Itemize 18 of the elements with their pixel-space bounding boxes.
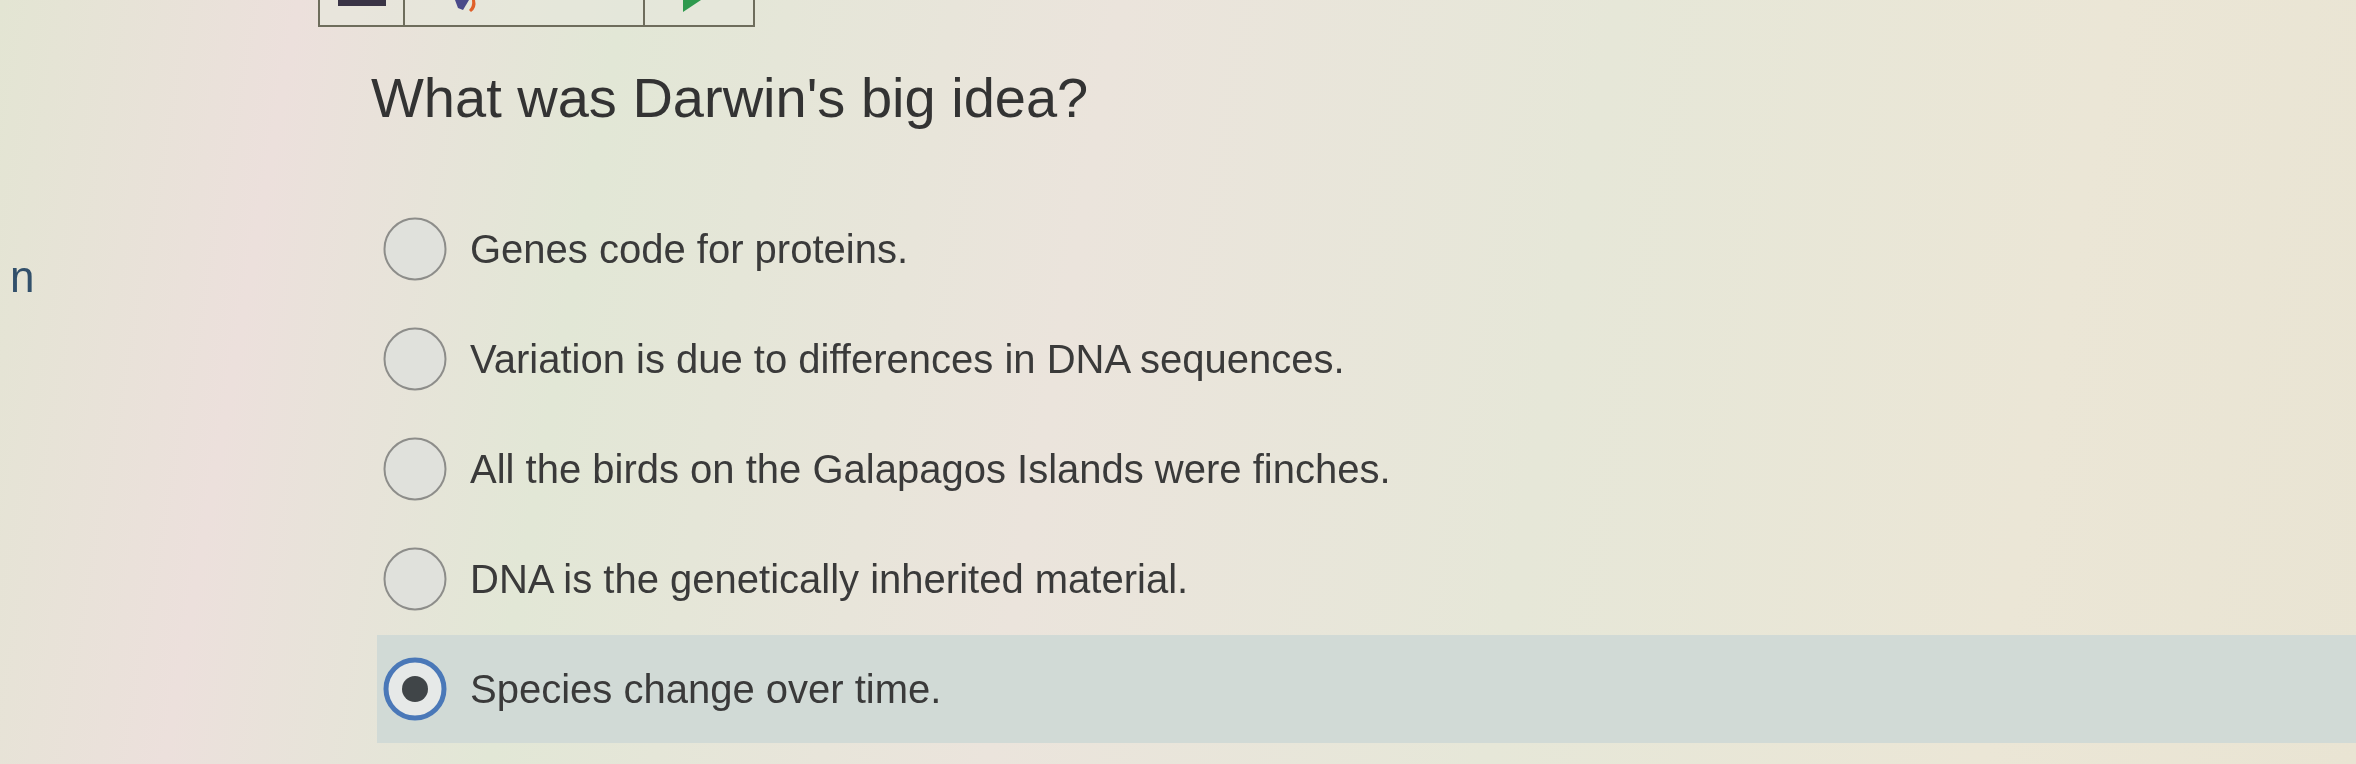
toolbar-button[interactable] xyxy=(318,0,405,27)
play-icon xyxy=(683,0,701,12)
cut-off-text: n xyxy=(10,252,35,301)
radio-button[interactable] xyxy=(383,327,447,391)
block-icon xyxy=(337,0,386,6)
toolbar-button[interactable] xyxy=(405,0,645,27)
option-label: DNA is the genetically inherited material. xyxy=(470,556,1189,602)
radio-button[interactable] xyxy=(383,657,447,721)
option-label: Genes code for proteins. xyxy=(470,226,909,272)
selected-option-highlight[interactable]: Species change over time. xyxy=(377,635,2356,743)
option-label: Variation is due to differences in DNA sequences. xyxy=(470,336,1345,382)
toolbar-button[interactable] xyxy=(645,0,755,27)
radio-button[interactable] xyxy=(383,217,447,281)
question-title: What was Darwin's big idea? xyxy=(371,66,1089,130)
radio-button[interactable] xyxy=(383,437,447,501)
option-label: All the birds on the Galapagos Islands were finches. xyxy=(470,446,1391,492)
option-label: Species change over time. xyxy=(470,666,942,712)
radio-button[interactable] xyxy=(383,547,447,611)
